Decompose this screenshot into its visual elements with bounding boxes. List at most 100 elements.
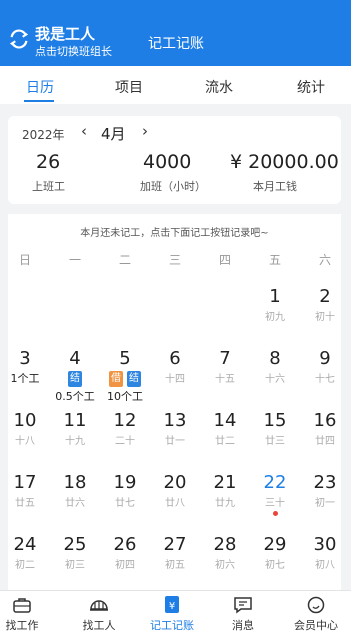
calendar-day[interactable]: 5 借结 10个工 [100,348,150,410]
svg-text:¥: ¥ [169,601,175,612]
calendar-day[interactable]: 14 廿二 [200,410,250,472]
calendar-day[interactable]: 10 十八 [0,410,50,472]
calendar-day[interactable]: 2 初十 [300,286,350,348]
work-amount: 1个工 [10,372,40,385]
day-number: 18 [63,472,87,493]
lunar-date: 三十 [265,498,285,509]
calendar-grid: 本月还未记工，点击下面记工按钮记录吧~ 日 一 二 三 四 五 六 1 初九 2 初十 3 1个工 4 结 0… [8,214,341,590]
calendar-day[interactable]: 9 十七 [300,348,350,410]
calendar-day[interactable]: 15 廿三 [250,410,300,472]
lunar-date: 廿三 [265,436,285,447]
lunar-date: 十四 [165,374,185,385]
month-summary-card: 2022年 ‹ 4月 › 26 上班工 4000 加班（小时） ¥ 20000.… [8,116,341,204]
overtime-label: 加班（小时） [140,180,206,193]
calendar-day[interactable]: 8 十六 [250,348,300,410]
calendar-day[interactable]: 11 十九 [50,410,100,472]
nav-label: 记工记账 [150,619,194,632]
lunar-date: 廿四 [315,436,335,447]
day-number: 8 [269,348,281,369]
helmet-icon [90,600,108,611]
lunar-date: 初一 [315,498,335,509]
lunar-date: 十九 [65,436,85,447]
bottom-nav: 找工作 找工人 ¥ 记工记账 消息 会员中心 [0,590,351,635]
calendar-day[interactable]: 30 初八 [300,534,350,596]
calendar-day[interactable]: 4 结 0.5个工 [50,348,100,410]
briefcase-icon [13,598,31,613]
day-number: 28 [213,534,237,555]
next-month-button[interactable]: › [142,122,148,140]
day-number: 14 [213,410,237,431]
day-number: 15 [263,410,287,431]
work-amount: 10个工 [107,390,143,403]
calendar-day[interactable]: 25 初三 [50,534,100,596]
message-icon [234,597,252,614]
tab-transactions[interactable]: 流水 [189,77,249,97]
nav-find-job[interactable]: 找工作 [0,596,52,633]
month-label: 4月 [101,125,126,143]
day-number: 12 [113,410,137,431]
switch-role-icon[interactable] [8,28,30,50]
switch-role-hint[interactable]: 点击切换班组长 [35,43,112,59]
tab-calendar[interactable]: 日历 [10,77,70,97]
lunar-date: 十六 [265,374,285,385]
calendar-day[interactable]: 21 廿九 [200,472,250,534]
day-number: 7 [219,348,231,369]
day-number: 16 [313,410,337,431]
work-amount: 0.5个工 [55,390,95,403]
calendar-day[interactable]: 3 1个工 [0,348,50,410]
monthly-wage-value: ¥ 20000.00 [230,151,339,173]
calendar-day[interactable]: 24 初二 [0,534,50,596]
nav-label: 找工人 [82,619,116,632]
day-number: 25 [63,534,87,555]
record-badge: 结 [68,371,82,387]
day-number: 2 [319,286,331,307]
lunar-date: 廿五 [15,498,35,509]
lunar-date: 廿七 [115,498,135,509]
day-number: 24 [13,534,37,555]
nav-find-worker[interactable]: 找工人 [69,596,129,633]
calendar-day[interactable]: 23 初一 [300,472,350,534]
role-title[interactable]: 我是工人 [35,23,95,44]
lunar-date: 十七 [315,374,335,385]
nav-ledger[interactable]: ¥ 记工记账 [142,596,202,633]
lunar-date: 十五 [215,374,235,385]
day-badges: 结 [50,371,100,387]
monthly-wage-label: 本月工钱 [253,180,297,193]
lunar-date: 初六 [215,560,235,571]
tab-projects[interactable]: 项目 [99,77,159,97]
lunar-date: 廿二 [215,436,235,447]
calendar-day[interactable]: 20 廿八 [150,472,200,534]
calendar-day[interactable]: 17 廿五 [0,472,50,534]
day-number: 19 [113,472,137,493]
day-number: 29 [263,534,287,555]
day-badges: 借结 [100,371,150,387]
nav-messages[interactable]: 消息 [213,596,273,633]
prev-month-button[interactable]: ‹ [81,122,87,140]
day-number: 26 [113,534,137,555]
day-number: 3 [19,348,31,369]
app-header: 我是工人 点击切换班组长 记工记账 [0,0,351,66]
calendar-day[interactable]: 12 二十 [100,410,150,472]
day-number: 27 [163,534,187,555]
lunar-date: 初七 [265,560,285,571]
page-title: 记工记账 [148,36,204,52]
calendar-day[interactable]: 28 初六 [200,534,250,596]
calendar-day[interactable]: 22 三十 [250,472,300,534]
day-number: 10 [13,410,37,431]
weekday-header: 一 [68,253,81,267]
lunar-date: 二十 [115,436,135,447]
calendar-day[interactable]: 19 廿七 [100,472,150,534]
calendar-day[interactable]: 27 初五 [150,534,200,596]
calendar-day[interactable]: 29 初七 [250,534,300,596]
lunar-date: 初九 [265,312,285,323]
calendar-day[interactable]: 16 廿四 [300,410,350,472]
calendar-day[interactable]: 13 廿一 [150,410,200,472]
year-label: 2022年 [22,128,65,142]
calendar-day[interactable]: 6 十四 [150,348,200,410]
calendar-day[interactable]: 7 十五 [200,348,250,410]
calendar-day[interactable]: 18 廿六 [50,472,100,534]
tab-statistics[interactable]: 统计 [281,77,341,97]
calendar-day[interactable]: 1 初九 [250,286,300,348]
calendar-day[interactable]: 26 初四 [100,534,150,596]
nav-member-center[interactable]: 会员中心 [286,596,346,633]
